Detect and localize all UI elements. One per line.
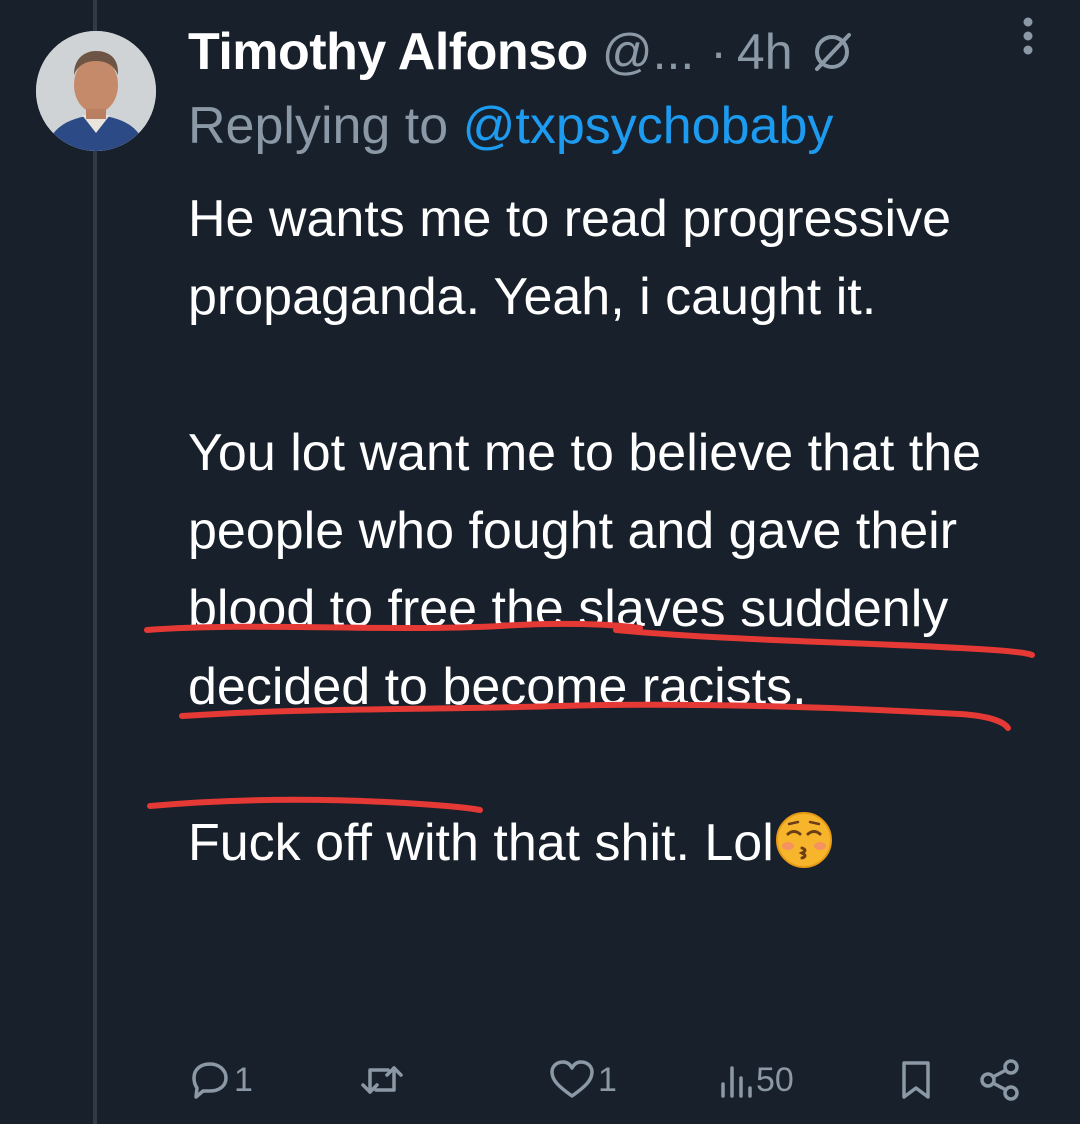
circle-slash-icon (814, 33, 851, 71)
tweet-paragraph-3-text: Fuck off with that shit. Lol (188, 814, 774, 872)
tweet-paragraph-2: You lot want me to believe that the peop… (188, 424, 982, 716)
reply-button[interactable]: 1 (188, 1050, 253, 1110)
avatar[interactable] (36, 31, 156, 151)
retweet-icon (361, 1066, 403, 1094)
like-button[interactable]: 1 (548, 1050, 617, 1110)
replying-to-line: Replying to @txpsychobaby (188, 96, 833, 156)
separator-dot: · (710, 24, 727, 80)
tweet-actions-bar: 1 1 50 (188, 1050, 1038, 1110)
share-button[interactable] (978, 1050, 1022, 1110)
more-options-icon[interactable] (1022, 16, 1034, 56)
tweet-paragraph-3: Fuck off with that shit. Lol (188, 804, 1058, 882)
author-handle[interactable]: @... (602, 23, 694, 81)
retweet-button[interactable] (358, 1050, 408, 1110)
heart-icon (550, 1060, 594, 1098)
tweet-text: He wants me to read progressive propagan… (188, 180, 1058, 882)
bookmark-icon (902, 1061, 930, 1099)
timestamp[interactable]: 4h (737, 23, 793, 81)
view-count: 50 (756, 1060, 794, 1099)
replying-prefix: Replying to (188, 97, 463, 155)
reply-count: 1 (234, 1060, 253, 1099)
bookmark-button[interactable] (896, 1050, 936, 1110)
paragraph-spacer (188, 726, 1058, 804)
replying-to-mention[interactable]: @txpsychobaby (463, 97, 834, 155)
thread-line (93, 0, 97, 1124)
share-icon (980, 1059, 1019, 1101)
like-count: 1 (598, 1060, 617, 1099)
avatar-photo (36, 31, 156, 151)
paragraph-spacer (188, 336, 1058, 414)
tweet-paragraph-1: He wants me to read progressive propagan… (188, 190, 952, 326)
analytics-icon (721, 1066, 752, 1098)
reply-icon (192, 1062, 228, 1099)
author-name[interactable]: Timothy Alfonso (188, 22, 588, 82)
kissing-face-emoji-icon (775, 812, 832, 868)
views-button[interactable]: 50 (718, 1050, 794, 1110)
tweet-header: Timothy Alfonso @... · 4h (188, 20, 1060, 84)
